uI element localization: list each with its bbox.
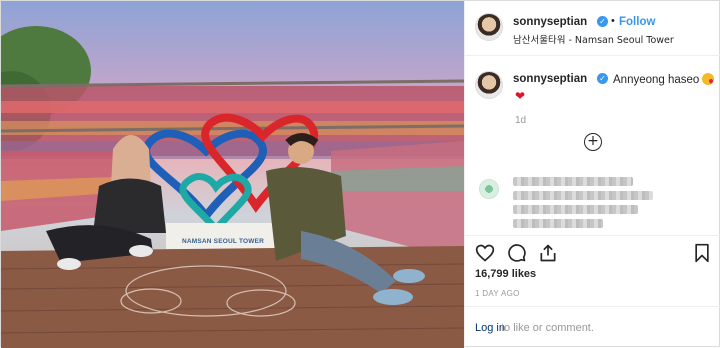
- verified-badge-icon: ✓: [597, 16, 608, 27]
- photo-scene: [1, 26, 464, 348]
- red-heart-icon: ❤: [515, 89, 526, 103]
- login-text: to like or comment.: [501, 322, 594, 334]
- caption-age: 1d: [515, 115, 527, 126]
- caption-section: sonnyseptian ✓ Annyeong haseo ❤ 1d +: [465, 57, 720, 235]
- avatar[interactable]: [475, 13, 503, 41]
- header-username[interactable]: sonnyseptian: [513, 16, 587, 28]
- blurred-text-line: [513, 191, 653, 200]
- caption-username[interactable]: sonnyseptian: [513, 73, 587, 85]
- separator-dot: •: [611, 15, 615, 27]
- share-icon[interactable]: [538, 243, 558, 263]
- blurred-text-line: [513, 219, 603, 228]
- caption-text-value: Annyeong haseo: [613, 74, 700, 86]
- blurred-text-line: [513, 177, 633, 186]
- verified-badge-icon: ✓: [597, 73, 608, 84]
- action-bar: [465, 235, 720, 269]
- post-date: 1 DAY AGO: [475, 289, 520, 298]
- follow-button[interactable]: Follow: [619, 16, 655, 28]
- caption-avatar[interactable]: [475, 71, 503, 99]
- side-panel: sonnyseptian ✓ • Follow 남산서울타워 - Namsan …: [464, 1, 720, 348]
- kissing-face-icon: [702, 73, 715, 85]
- plus-circle-icon[interactable]: +: [584, 133, 602, 151]
- post-header: sonnyseptian ✓ • Follow 남산서울타워 - Namsan …: [465, 1, 720, 56]
- location-link[interactable]: 남산서울타워 - Namsan Seoul Tower: [513, 32, 674, 46]
- comment-avatar[interactable]: [479, 179, 499, 199]
- caption-text: Annyeong haseo: [613, 73, 715, 86]
- bookmark-icon[interactable]: [692, 243, 712, 263]
- login-prompt: Log in to like or comment.: [465, 306, 720, 348]
- sign-text: NAMSAN SEOUL TOWER: [181, 238, 265, 245]
- like-count[interactable]: 16,799 likes: [475, 268, 536, 280]
- instagram-post: NAMSAN SEOUL TOWER sonnyseptian ✓ • Foll…: [0, 0, 720, 348]
- heart-outline-icon[interactable]: [475, 243, 495, 263]
- blurred-text-line: [513, 205, 638, 214]
- post-photo[interactable]: NAMSAN SEOUL TOWER: [1, 1, 464, 348]
- comment-bubble-icon[interactable]: [507, 243, 527, 263]
